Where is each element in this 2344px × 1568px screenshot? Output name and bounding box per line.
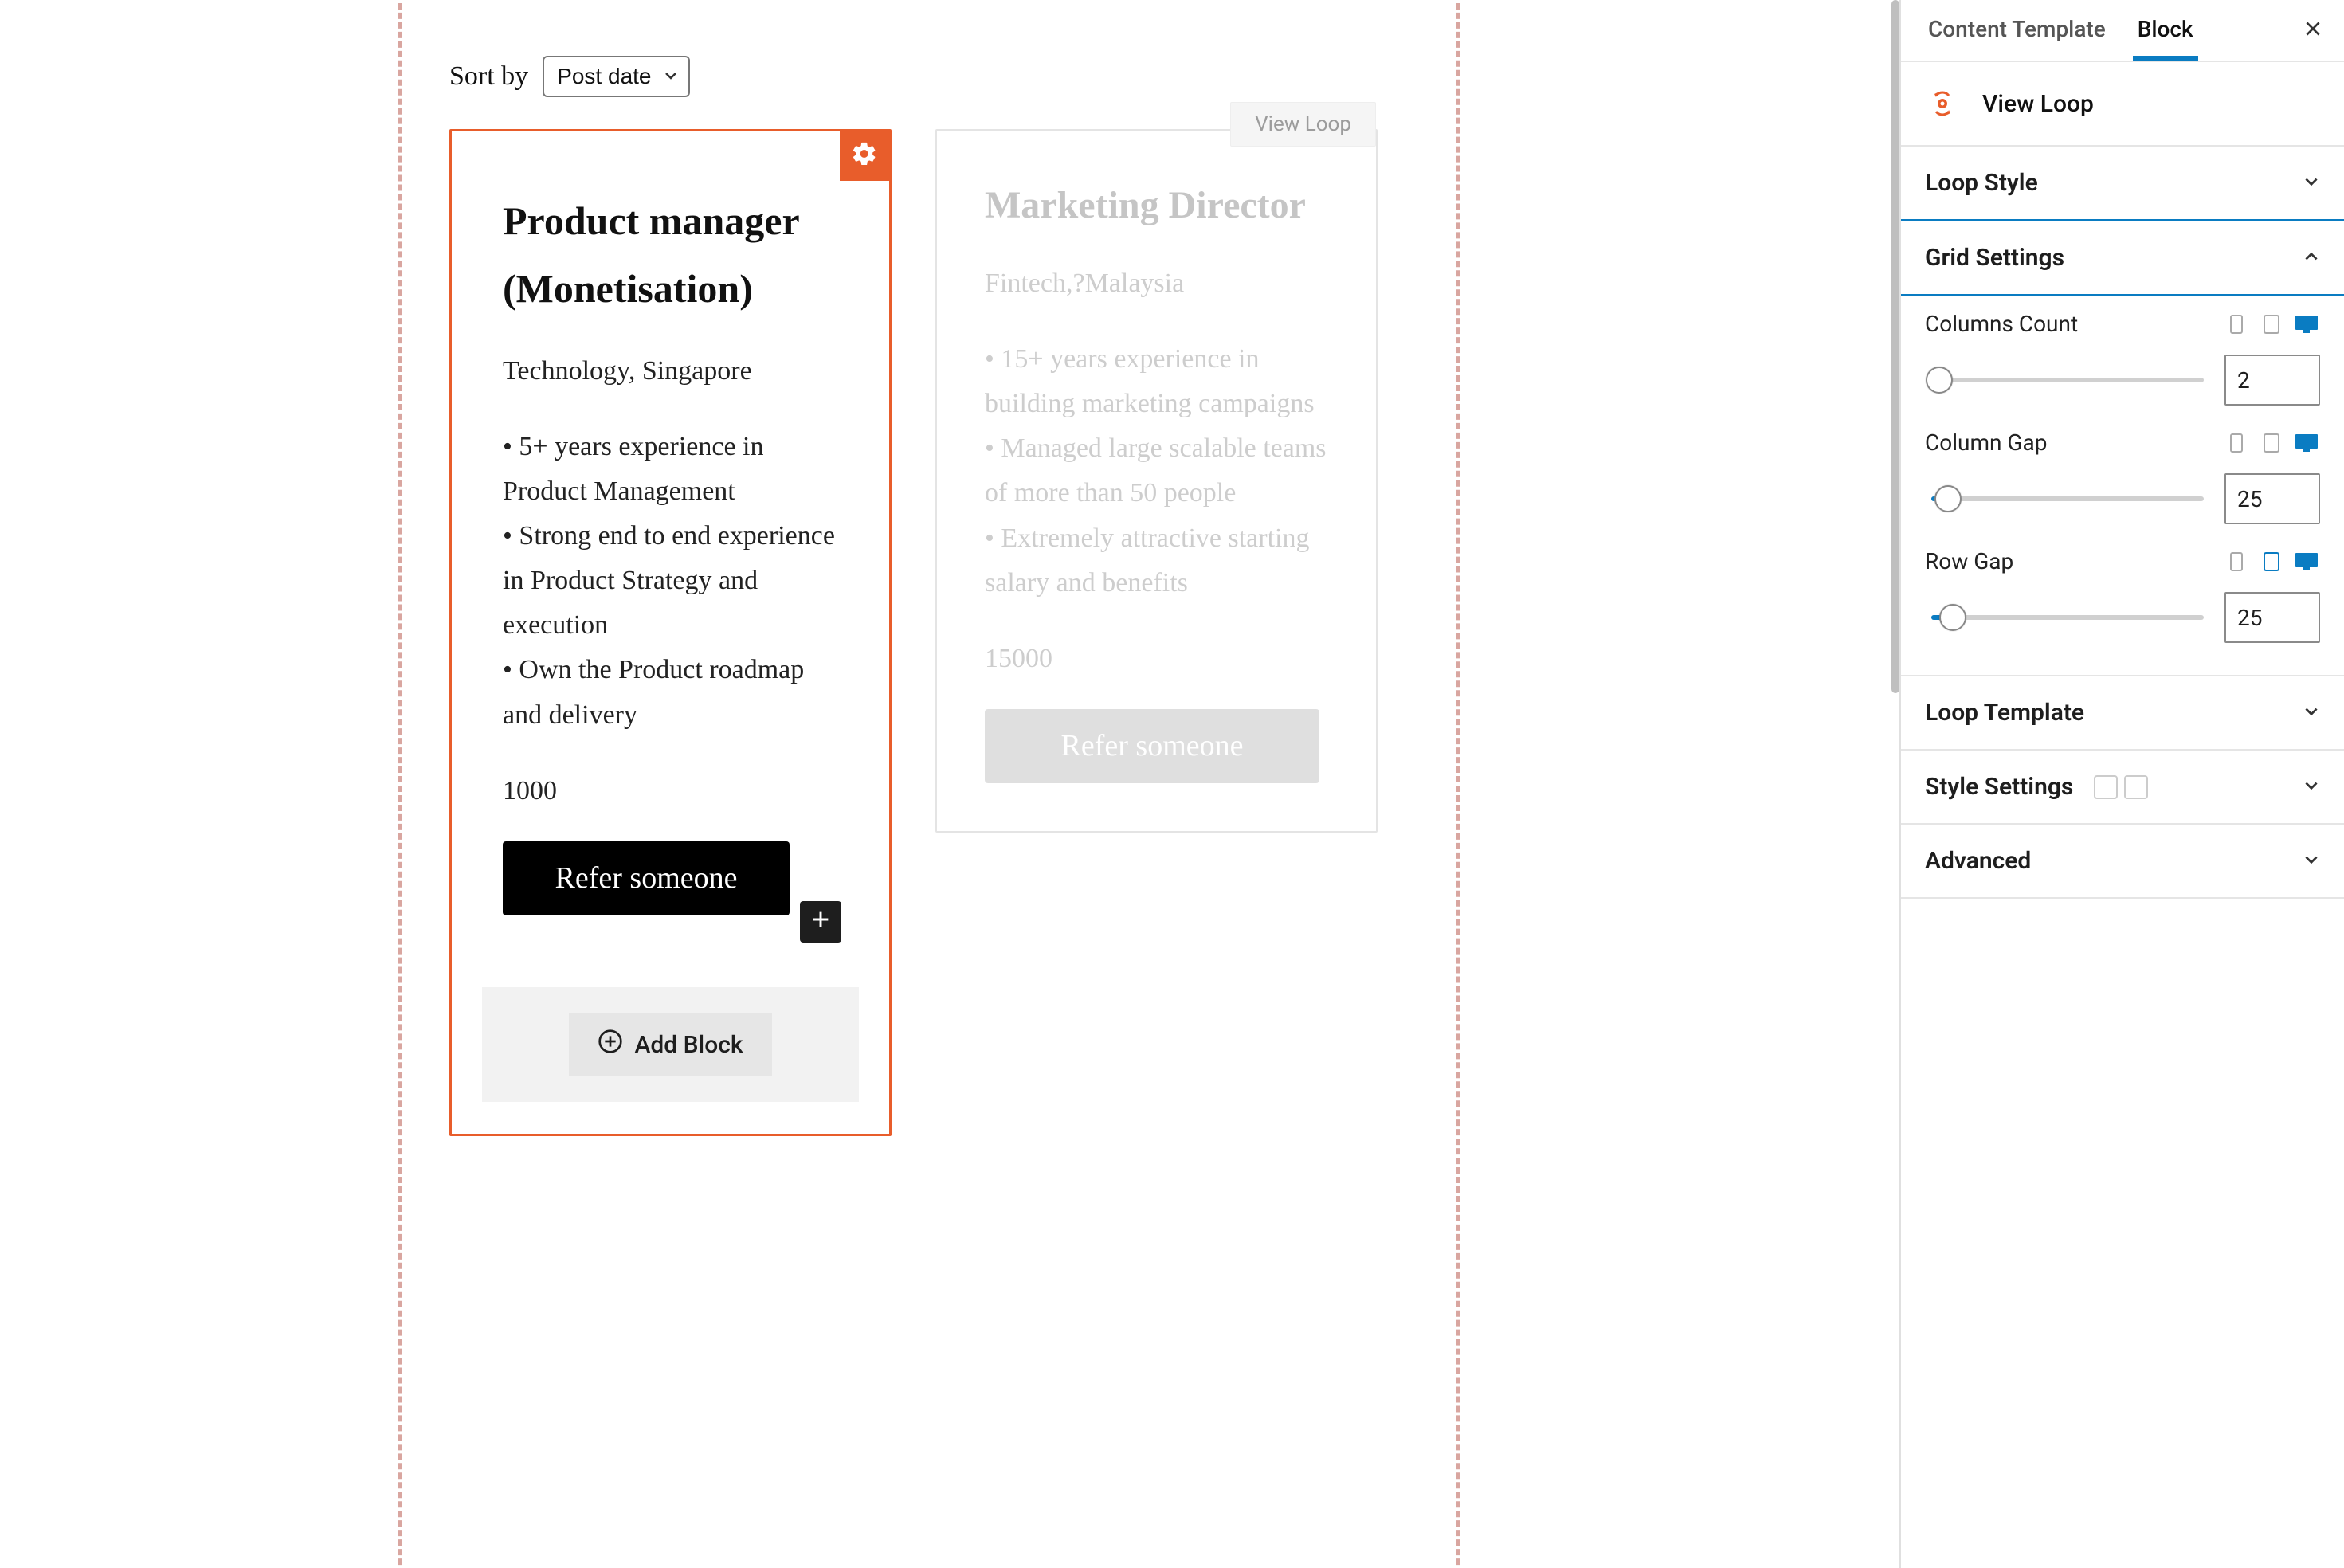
acc-label: Advanced <box>1925 847 2031 875</box>
plus-icon <box>809 908 832 936</box>
slider-column-gap[interactable] <box>1931 496 2204 501</box>
label-columns-count: Columns Count <box>1925 311 2078 337</box>
settings-gear-button[interactable] <box>840 131 889 181</box>
cards-row: Product manager (Monetisation) Technolog… <box>449 129 1409 1136</box>
view-loop-tooltip: View Loop <box>1230 102 1376 147</box>
tab-block[interactable]: Block <box>2133 0 2198 61</box>
add-block-zone: Add Block <box>482 987 859 1102</box>
sortby-value: Post date <box>557 64 651 88</box>
refer-button[interactable]: Refer someone <box>503 841 790 915</box>
sortby-select[interactable]: Post date <box>543 56 689 97</box>
device-desktop-button[interactable] <box>2293 431 2320 455</box>
chevron-up-icon <box>2303 244 2320 272</box>
scrollbar-thumb[interactable] <box>1891 0 1899 693</box>
slider-thumb[interactable] <box>1939 604 1966 631</box>
section-loop-style: Loop Style <box>1901 147 2344 221</box>
card-subtitle[interactable]: Technology, Singapore <box>503 356 838 386</box>
slider-thumb[interactable] <box>1926 367 1953 394</box>
device-mobile-button[interactable] <box>2223 431 2250 455</box>
field-columns-count: Columns Count 2 <box>1925 311 2320 406</box>
card-dim[interactable]: View Loop Marketing Director Fintech,?Ma… <box>935 129 1378 833</box>
add-block-button[interactable]: Add Block <box>569 1013 771 1076</box>
device-toggles <box>2223 312 2320 336</box>
close-sidebar-button[interactable] <box>2298 10 2328 50</box>
device-desktop-button[interactable] <box>2293 550 2320 574</box>
close-icon <box>2303 15 2323 45</box>
editor-frame: Sort by Post date <box>398 0 1460 1568</box>
card-number[interactable]: 1000 <box>503 776 838 806</box>
chevron-down-icon <box>2303 699 2320 727</box>
settings-sidebar: Content Template Block View Loop <box>1899 0 2344 1568</box>
card-subtitle: Fintech,?Malaysia <box>985 269 1328 299</box>
card-bullets: • 15+ years experience in building marke… <box>985 337 1328 606</box>
plus-circle-icon <box>598 1029 623 1060</box>
device-desktop-button[interactable] <box>2293 312 2320 336</box>
card-inner: Marketing Director Fintech,?Malaysia • 1… <box>937 131 1376 831</box>
block-inserter-button[interactable] <box>800 901 841 943</box>
input-columns-count[interactable]: 2 <box>2224 355 2320 406</box>
acc-head-grid-settings[interactable]: Grid Settings <box>1901 219 2344 296</box>
field-column-gap: Column Gap 25 <box>1925 429 2320 524</box>
sidebar-tabs: Content Template Block <box>1901 0 2344 62</box>
acc-head-advanced[interactable]: Advanced <box>1901 825 2344 897</box>
device-tablet-button[interactable] <box>2258 431 2285 455</box>
style-swatches <box>2094 775 2148 799</box>
card-bullets[interactable]: • 5+ years experience in Product Managem… <box>503 425 838 738</box>
field-row-gap: Row Gap 25 <box>1925 548 2320 643</box>
section-grid-settings: Grid Settings Columns Count <box>1901 221 2344 676</box>
swatch[interactable] <box>2094 775 2118 799</box>
card-selected[interactable]: Product manager (Monetisation) Technolog… <box>449 129 892 1136</box>
acc-label: Loop Style <box>1925 169 2038 197</box>
chevron-down-icon <box>663 64 679 89</box>
acc-head-loop-style[interactable]: Loop Style <box>1901 147 2344 219</box>
block-header: View Loop <box>1901 62 2344 147</box>
acc-body-grid-settings: Columns Count 2 <box>1901 295 2344 675</box>
acc-head-style-settings[interactable]: Style Settings <box>1901 751 2344 823</box>
device-mobile-button[interactable] <box>2223 550 2250 574</box>
card-number: 15000 <box>985 644 1328 674</box>
device-toggles <box>2223 550 2320 574</box>
chevron-down-icon <box>2303 773 2320 801</box>
acc-label: Style Settings <box>1925 773 2073 801</box>
sortby-row: Sort by Post date <box>449 56 1409 97</box>
chevron-down-icon <box>2303 847 2320 875</box>
card-inner: Product manager (Monetisation) Technolog… <box>452 131 889 963</box>
scrollbar[interactable] <box>1890 0 1901 1568</box>
swatch[interactable] <box>2124 775 2148 799</box>
view-loop-icon <box>1925 86 1960 121</box>
section-loop-template: Loop Template <box>1901 676 2344 751</box>
acc-label: Loop Template <box>1925 699 2084 727</box>
input-column-gap[interactable]: 25 <box>2224 473 2320 524</box>
chevron-down-icon <box>2303 169 2320 197</box>
label-row-gap: Row Gap <box>1925 548 2013 574</box>
card-title[interactable]: Product manager (Monetisation) <box>503 187 838 323</box>
slider-thumb[interactable] <box>1934 485 1962 512</box>
device-toggles <box>2223 431 2320 455</box>
input-row-gap[interactable]: 25 <box>2224 592 2320 643</box>
add-block-label: Add Block <box>634 1031 743 1059</box>
gear-icon <box>851 140 878 173</box>
acc-head-loop-template[interactable]: Loop Template <box>1901 676 2344 749</box>
label-column-gap: Column Gap <box>1925 429 2047 456</box>
section-advanced: Advanced <box>1901 825 2344 899</box>
editor-canvas: Sort by Post date <box>0 0 1899 1568</box>
block-title: View Loop <box>1982 90 2094 118</box>
device-mobile-button[interactable] <box>2223 312 2250 336</box>
refer-button[interactable]: Refer someone <box>985 709 1319 783</box>
tab-content-template[interactable]: Content Template <box>1923 0 2111 61</box>
card-title: Marketing Director <box>985 174 1328 237</box>
device-tablet-button[interactable] <box>2258 550 2285 574</box>
acc-label: Grid Settings <box>1925 244 2064 272</box>
sortby-label: Sort by <box>449 61 528 92</box>
slider-row-gap[interactable] <box>1931 615 2204 620</box>
device-tablet-button[interactable] <box>2258 312 2285 336</box>
section-style-settings: Style Settings <box>1901 751 2344 825</box>
slider-columns[interactable] <box>1931 378 2204 382</box>
